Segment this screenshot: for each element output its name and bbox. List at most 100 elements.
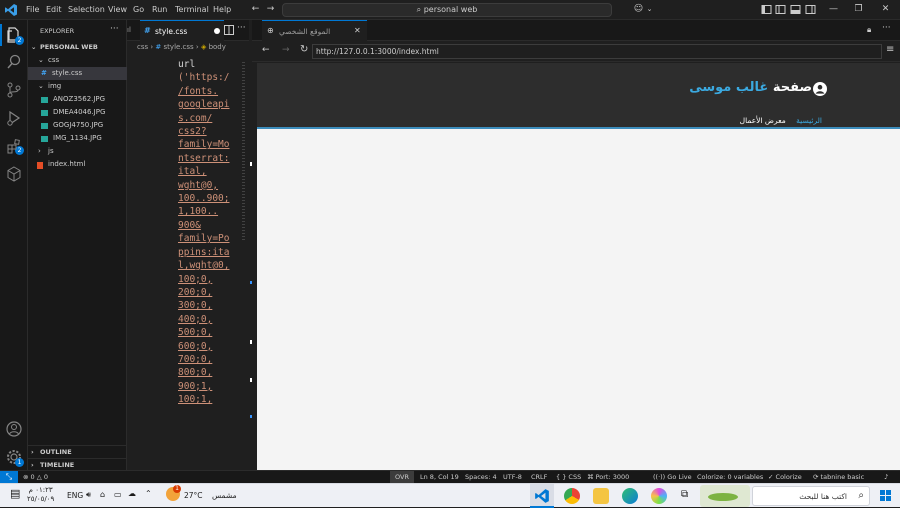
line-ending[interactable]: CRLF xyxy=(531,473,547,482)
toggle-sidebar-icon[interactable] xyxy=(775,4,786,15)
code-line[interactable]: 1,100.. xyxy=(178,205,240,218)
menu-file[interactable]: File xyxy=(26,5,39,14)
toggle-panel-icon[interactable] xyxy=(790,4,801,15)
extensions-icon[interactable] xyxy=(5,137,23,155)
minimize-icon[interactable]: — xyxy=(828,4,839,15)
tree-item-folder-img[interactable]: ⌄ img xyxy=(28,80,127,93)
tab-style-css[interactable]: # style.css xyxy=(140,20,224,41)
taskbar-search[interactable]: اكتب هنا للبحث ⌕ xyxy=(752,486,870,506)
menu-view[interactable]: View xyxy=(108,5,127,14)
copilot-icon[interactable] xyxy=(651,488,667,504)
code-line[interactable]: family=Mo xyxy=(178,138,240,151)
tree-item-folder-css[interactable]: ⌄ css xyxy=(28,54,127,67)
close-icon[interactable]: ✕ xyxy=(880,4,891,15)
tabnine-status[interactable]: ⟳ tabnine basic xyxy=(813,473,864,482)
code-line[interactable]: family=Po xyxy=(178,232,240,245)
menu-edit[interactable]: Edit xyxy=(46,5,62,14)
weather-temp[interactable]: 27°C xyxy=(184,491,203,500)
account-icon[interactable] xyxy=(5,420,23,438)
code-line[interactable]: 100;0, xyxy=(178,273,240,286)
more-actions-icon[interactable]: ··· xyxy=(882,23,891,33)
tree-item-file-style-css[interactable]: # style.css xyxy=(28,67,127,80)
back-arrow-icon[interactable]: ← xyxy=(262,45,270,55)
menu-go[interactable]: Go xyxy=(133,5,144,14)
minimap[interactable] xyxy=(240,62,253,462)
menu-selection[interactable]: Selection xyxy=(68,5,105,14)
code-line[interactable]: s.com/ xyxy=(178,112,240,125)
lock-icon[interactable]: 🔒︎ xyxy=(867,25,871,35)
menu-icon[interactable]: ≡ xyxy=(886,44,894,55)
code-line[interactable]: url xyxy=(178,58,240,71)
menu-help[interactable]: Help xyxy=(213,5,231,14)
toggle-secondary-sidebar-icon[interactable] xyxy=(805,4,816,15)
problems-indicator[interactable]: ⊗ 0 △ 0 xyxy=(23,473,48,482)
code-line[interactable]: 100..900; xyxy=(178,192,240,205)
menu-run[interactable]: Run xyxy=(152,5,167,14)
code-line[interactable]: 600;0, xyxy=(178,340,240,353)
command-center-search[interactable]: ⌕ personal web xyxy=(282,3,612,17)
remote-explorer-icon[interactable] xyxy=(5,165,23,183)
outline-section[interactable]: › OUTLINE xyxy=(28,445,127,458)
forward-arrow-icon[interactable]: → xyxy=(265,4,276,15)
code-line[interactable]: /fonts. xyxy=(178,85,240,98)
code-line[interactable]: googleapi xyxy=(178,98,240,111)
code-line[interactable]: ital, xyxy=(178,165,240,178)
go-live-button[interactable]: ((·)) Go Live xyxy=(653,473,692,482)
code-line[interactable]: 700;0, xyxy=(178,353,240,366)
tree-item-file-index-html[interactable]: index.html xyxy=(28,158,127,171)
code-line[interactable]: 800;0, xyxy=(178,366,240,379)
cursor-position[interactable]: Ln 8, Col 19 xyxy=(420,473,459,482)
reload-icon[interactable]: ↻ xyxy=(300,44,308,55)
taskbar-app-vscode[interactable] xyxy=(530,484,554,508)
remote-indicator-icon[interactable]: ⤡ xyxy=(0,471,18,483)
breadcrumb-item[interactable]: style.css xyxy=(164,43,194,51)
more-actions-icon[interactable]: ··· xyxy=(110,24,119,34)
source-control-icon[interactable] xyxy=(5,81,23,99)
code-line[interactable]: ppins:ita xyxy=(178,246,240,259)
chevron-up-icon[interactable]: ⌃ xyxy=(145,489,152,498)
code-line[interactable]: ntserrat: xyxy=(178,152,240,165)
code-line[interactable]: wght@0, xyxy=(178,179,240,192)
overtype-indicator[interactable]: OVR xyxy=(390,471,414,483)
edge-icon[interactable] xyxy=(622,488,638,504)
nav-link-home[interactable]: الرئيسية xyxy=(796,116,822,125)
code-line[interactable]: 100;1, xyxy=(178,393,240,406)
split-editor-icon[interactable] xyxy=(224,25,234,35)
code-line[interactable]: css2? xyxy=(178,125,240,138)
code-line[interactable]: 900;1, xyxy=(178,380,240,393)
tab-browser[interactable]: ⊕ الموقع الشخصي ✕ xyxy=(262,20,367,41)
tree-item-image[interactable]: DMEA4046.JPG xyxy=(28,106,127,119)
battery-icon[interactable]: ▭ xyxy=(114,490,122,499)
tree-item-image[interactable]: ANOZ3562.JPG xyxy=(28,93,127,106)
copilot-icon[interactable]: ☺ xyxy=(633,4,644,15)
code-line[interactable]: 300;0, xyxy=(178,299,240,312)
colorize-toggle[interactable]: ✓ Colorize xyxy=(768,473,802,482)
port-indicator[interactable]: ⌘ Port: 3000 xyxy=(587,473,629,482)
colorize-variables[interactable]: Colorize: 0 variables xyxy=(697,473,763,482)
weather-text[interactable]: مشمس xyxy=(212,491,237,500)
unsaved-dot-icon[interactable] xyxy=(214,28,220,34)
close-tab-icon[interactable]: ✕ xyxy=(354,26,361,35)
copilot-chevron-down-icon[interactable]: ⌄ xyxy=(644,4,655,15)
chrome-icon[interactable] xyxy=(564,488,580,504)
onedrive-cloud-icon[interactable]: ☁ xyxy=(128,489,136,498)
code-line[interactable]: 500;0, xyxy=(178,326,240,339)
breadcrumb-item[interactable]: css xyxy=(137,43,148,51)
clock[interactable]: ٠١:٢٣ م ٢٥/٠٥/٠٩ xyxy=(27,486,54,504)
code-line[interactable]: ('https:/ xyxy=(178,71,240,84)
url-input[interactable]: http://127.0.0.1:3000/index.html xyxy=(312,44,882,59)
code-line[interactable]: 200;0, xyxy=(178,286,240,299)
indentation[interactable]: Spaces: 4 xyxy=(465,473,497,482)
tree-item-image[interactable]: IMG_1134.JPG xyxy=(28,132,127,145)
network-icon[interactable]: ⌂ xyxy=(100,490,105,499)
tab-previous[interactable]: ıl xyxy=(127,26,131,34)
tree-item-folder-js[interactable]: › js xyxy=(28,145,127,158)
more-actions-icon[interactable]: ··· xyxy=(237,23,246,33)
windows-start-icon[interactable] xyxy=(880,490,891,501)
notifications-bell-icon[interactable]: ♪ xyxy=(884,473,888,482)
tree-item-image[interactable]: GOGJ4750.JPG xyxy=(28,119,127,132)
language-mode[interactable]: { } CSS xyxy=(556,473,581,482)
workspace-header[interactable]: ⌄ PERSONAL WEB xyxy=(28,41,127,54)
nav-link-portfolio[interactable]: معرض الأعمال xyxy=(740,116,786,125)
code-line[interactable]: 900& xyxy=(178,219,240,232)
